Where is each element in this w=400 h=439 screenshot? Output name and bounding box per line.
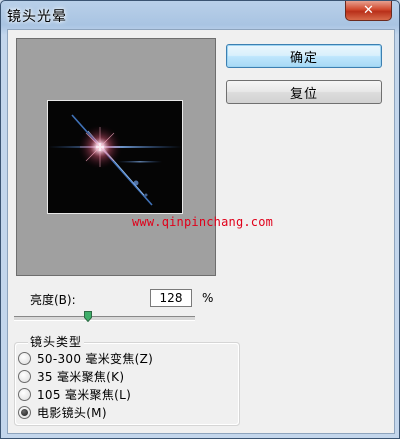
lens-type-legend: 镜头类型: [28, 333, 85, 350]
radio-button[interactable]: [18, 405, 31, 419]
radio-label: 35 毫米聚焦(K): [37, 369, 125, 384]
close-button[interactable]: ✕: [345, 1, 392, 21]
brightness-unit: %: [202, 291, 214, 305]
dialog-window: 镜头光晕 ✕ www.qinpinchang.com 确定 复位 亮度(B): …: [0, 0, 400, 439]
dialog-body: www.qinpinchang.com 确定 复位 亮度(B): % 镜头类型 …: [7, 29, 395, 434]
radio-option-prime-35[interactable]: 35 毫米聚焦(K): [18, 368, 124, 384]
brightness-label: 亮度(B):: [30, 293, 76, 307]
radio-option-prime-105[interactable]: 105 毫米聚焦(L): [18, 386, 131, 402]
radio-button[interactable]: [18, 387, 31, 401]
title-bar[interactable]: 镜头光晕 ✕: [1, 1, 399, 29]
flare-preview-image[interactable]: [47, 100, 183, 214]
radio-button[interactable]: [18, 369, 31, 383]
brightness-slider-track[interactable]: [14, 316, 195, 321]
radio-label: 电影镜头(M): [37, 405, 107, 420]
radio-button[interactable]: [18, 351, 31, 365]
flare-preview-graphic: [48, 101, 182, 213]
ok-button-label: 确定: [289, 50, 318, 66]
brightness-slider-handle[interactable]: [83, 311, 92, 322]
brightness-input[interactable]: [150, 289, 192, 307]
radio-label: 50-300 毫米变焦(Z): [37, 351, 154, 366]
reset-button[interactable]: 复位: [226, 80, 382, 104]
ok-button[interactable]: 确定: [226, 44, 382, 68]
preview-panel: [16, 38, 216, 276]
radio-option-movie-prime[interactable]: 电影镜头(M): [18, 404, 107, 420]
reset-button-label: 复位: [289, 86, 318, 102]
window-title: 镜头光晕: [7, 9, 67, 25]
watermark-text: www.qinpinchang.com: [132, 215, 274, 229]
close-icon: ✕: [363, 3, 374, 18]
radio-label: 105 毫米聚焦(L): [37, 387, 132, 402]
radio-option-zoom-50-300[interactable]: 50-300 毫米变焦(Z): [18, 350, 153, 366]
